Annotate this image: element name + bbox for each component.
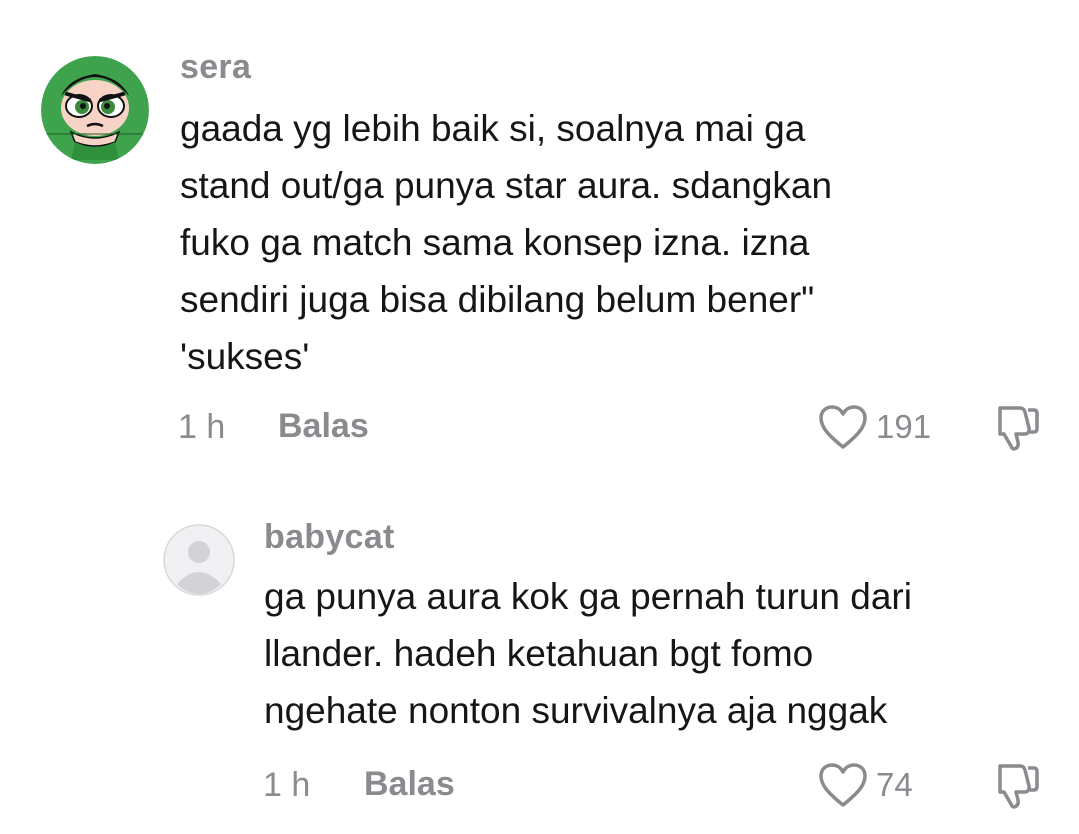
reply-button[interactable]: Balas xyxy=(278,407,369,446)
comment-username[interactable]: sera xyxy=(180,48,251,87)
heart-outline-icon xyxy=(819,405,867,449)
dislike-button[interactable] xyxy=(990,762,1040,815)
thumbs-down-icon xyxy=(998,406,1039,451)
comment-text: gaada yg lebih baik si, soalnya mai ga s… xyxy=(180,108,833,377)
like-count: 74 xyxy=(876,766,913,803)
like-count: 191 xyxy=(876,408,932,445)
dislike-button[interactable] xyxy=(990,404,1040,457)
like-button[interactable]: 191 xyxy=(818,404,931,450)
reply-button[interactable]: Balas xyxy=(364,765,455,804)
thumbs-down-icon xyxy=(998,764,1039,809)
powerpuff-buttercup-avatar-icon xyxy=(41,56,149,164)
default-user-avatar-icon xyxy=(163,524,235,596)
comment-item: babycat ga punya aura kok ga pernah turu… xyxy=(0,470,1079,834)
comment-timestamp: 1 h xyxy=(263,766,311,804)
comment-text: ga punya aura kok ga pernah turun dari l… xyxy=(264,576,912,731)
heart-outline-icon xyxy=(819,763,867,807)
comment-item: sera gaada yg lebih baik si, soalnya mai… xyxy=(0,0,1079,470)
avatar[interactable] xyxy=(163,524,235,596)
comment-timestamp: 1 h xyxy=(178,408,226,446)
like-button[interactable]: 74 xyxy=(818,762,913,808)
avatar[interactable] xyxy=(41,56,149,164)
comment-username[interactable]: babycat xyxy=(264,518,395,557)
